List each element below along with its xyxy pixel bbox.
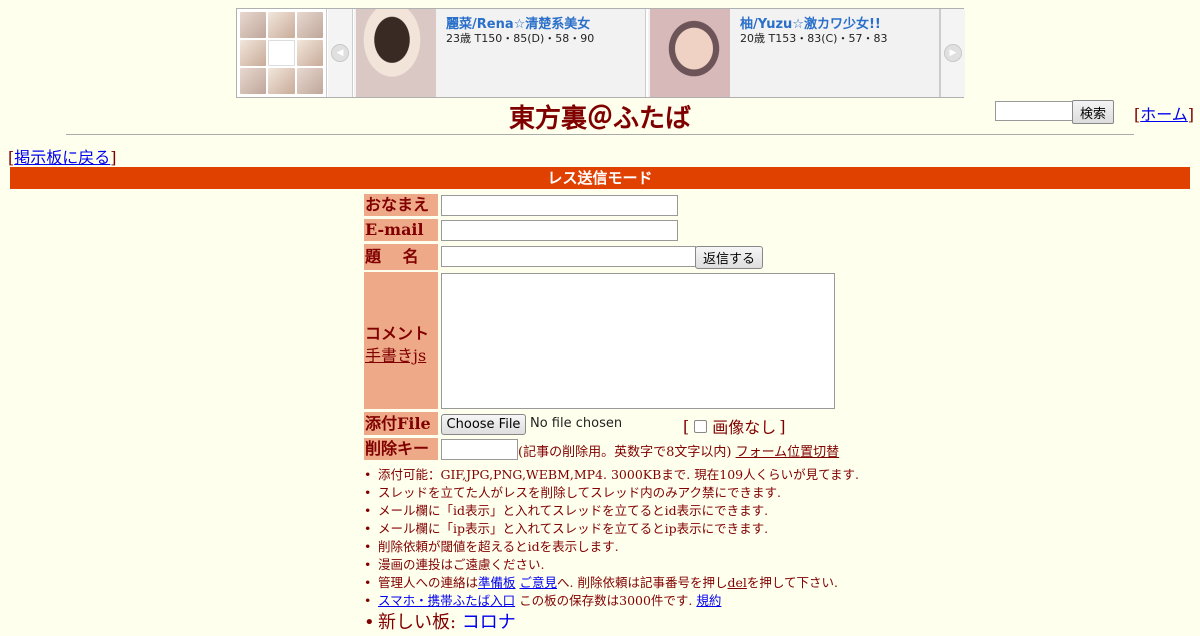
bracket: ]: [779, 416, 786, 436]
banner-card-spec: 20歳 T153・83(C)・57・83: [740, 32, 888, 45]
bracket: [: [683, 416, 690, 436]
ad-banner[interactable]: ◀ 麗菜/Rena☆清楚系美女 23歳 T150・85(D)・58・90 柚/Y…: [236, 8, 965, 98]
delete-key-hint: (記事の削除用。英数字で8文字以内): [518, 445, 732, 460]
list-item: 添付可能：GIF,JPG,PNG,WEBM,MP4. 3000KBまで. 現在1…: [364, 466, 859, 484]
file-status: No file chosen: [530, 416, 623, 431]
search-input[interactable]: [995, 101, 1073, 121]
rules-link[interactable]: 規約: [696, 593, 721, 608]
email-label: E-mail: [364, 219, 438, 241]
bracket: ]: [110, 148, 117, 167]
list-item: 漫画の連投はご遠慮ください.: [364, 556, 859, 574]
note-text: へ. 削除依頼は記事番号を押し: [557, 575, 728, 590]
del-link[interactable]: del: [727, 575, 746, 590]
home-link[interactable]: ホーム: [1140, 105, 1188, 124]
email-field[interactable]: [441, 220, 678, 241]
divider: [66, 134, 1134, 135]
form-position-toggle[interactable]: フォーム位置切替: [736, 445, 840, 460]
banner-card[interactable]: 麗菜/Rena☆清楚系美女 23歳 T150・85(D)・58・90: [354, 9, 646, 97]
note-text: この板の保存数は3000件です.: [515, 593, 697, 608]
delete-key-field[interactable]: [441, 439, 518, 460]
home-link-wrapper: [ホーム]: [1134, 101, 1194, 125]
subject-field[interactable]: [441, 246, 696, 267]
list-item: メール欄に「id表示」と入れてスレッドを立てるとid表示にできます.: [364, 502, 859, 520]
choose-file-button[interactable]: Choose File: [441, 414, 526, 435]
banner-next-button[interactable]: ▶: [940, 9, 965, 97]
mobile-entrance-link[interactable]: スマホ・携帯ふたば入口: [378, 593, 515, 608]
subject-label: 題 名: [364, 244, 438, 270]
comment-textarea[interactable]: [441, 273, 835, 409]
list-item: スレッドを立てた人がレスを削除してスレッド内のみアク禁にできます.: [364, 484, 859, 502]
comment-label-cell: コメント 手書きjs: [364, 272, 438, 409]
prep-board-link[interactable]: 準備板: [478, 575, 516, 590]
banner-thumbnail-grid[interactable]: [237, 9, 327, 97]
file-label: 添付File: [364, 412, 438, 435]
no-image-label: 画像なし: [712, 418, 777, 437]
name-field[interactable]: [441, 195, 678, 216]
list-item: メール欄に「ip表示」と入れてスレッドを立てるとip表示にできます.: [364, 520, 859, 538]
list-item: 削除依頼が閾値を超えるとidを表示します.: [364, 538, 859, 556]
comment-label: コメント: [365, 324, 430, 343]
submit-reply-button[interactable]: 返信する: [695, 246, 763, 269]
note-text: 管理人への連絡は: [378, 575, 479, 590]
note-text: を押して下さい.: [746, 575, 838, 590]
bracket: ]: [1187, 105, 1195, 124]
search-button[interactable]: 検索: [1072, 100, 1114, 124]
banner-card-spec: 23歳 T150・85(D)・58・90: [446, 32, 595, 45]
feedback-link[interactable]: ご意見: [520, 575, 558, 590]
back-to-board-link[interactable]: 掲示板に戻る: [14, 148, 110, 167]
no-image-checkbox[interactable]: [694, 419, 708, 433]
list-item: 新しい板: コロナ: [364, 610, 859, 636]
board-notes: 添付可能：GIF,JPG,PNG,WEBM,MP4. 3000KBまで. 現在1…: [364, 466, 859, 636]
list-item: スマホ・携帯ふたば入口 この板の保存数は3000件です. 規約: [364, 592, 859, 610]
reply-mode-bar: レス送信モード: [10, 167, 1190, 189]
handwrite-link[interactable]: 手書きjs: [365, 342, 426, 366]
chevron-right-icon: ▶: [944, 44, 962, 62]
chevron-left-icon: ◀: [331, 44, 349, 62]
delete-key-note: (記事の削除用。英数字で8文字以内) フォーム位置切替: [518, 441, 839, 460]
banner-prev-button[interactable]: ◀: [328, 9, 353, 97]
back-link-wrapper: [掲示板に戻る]: [8, 144, 117, 168]
banner-card-photo[interactable]: [356, 9, 436, 97]
delete-key-label: 削除キー: [364, 438, 438, 460]
no-image-option: [ 画像なし ]: [683, 414, 786, 438]
name-label: おなまえ: [364, 194, 438, 216]
banner-card-photo[interactable]: [650, 9, 730, 97]
list-item: 管理人への連絡は準備板 ご意見へ. 削除依頼は記事番号を押しdelを押して下さい…: [364, 574, 859, 592]
banner-card[interactable]: 柚/Yuzu☆激カワ少女!! 20歳 T153・83(C)・57・83: [648, 9, 940, 97]
